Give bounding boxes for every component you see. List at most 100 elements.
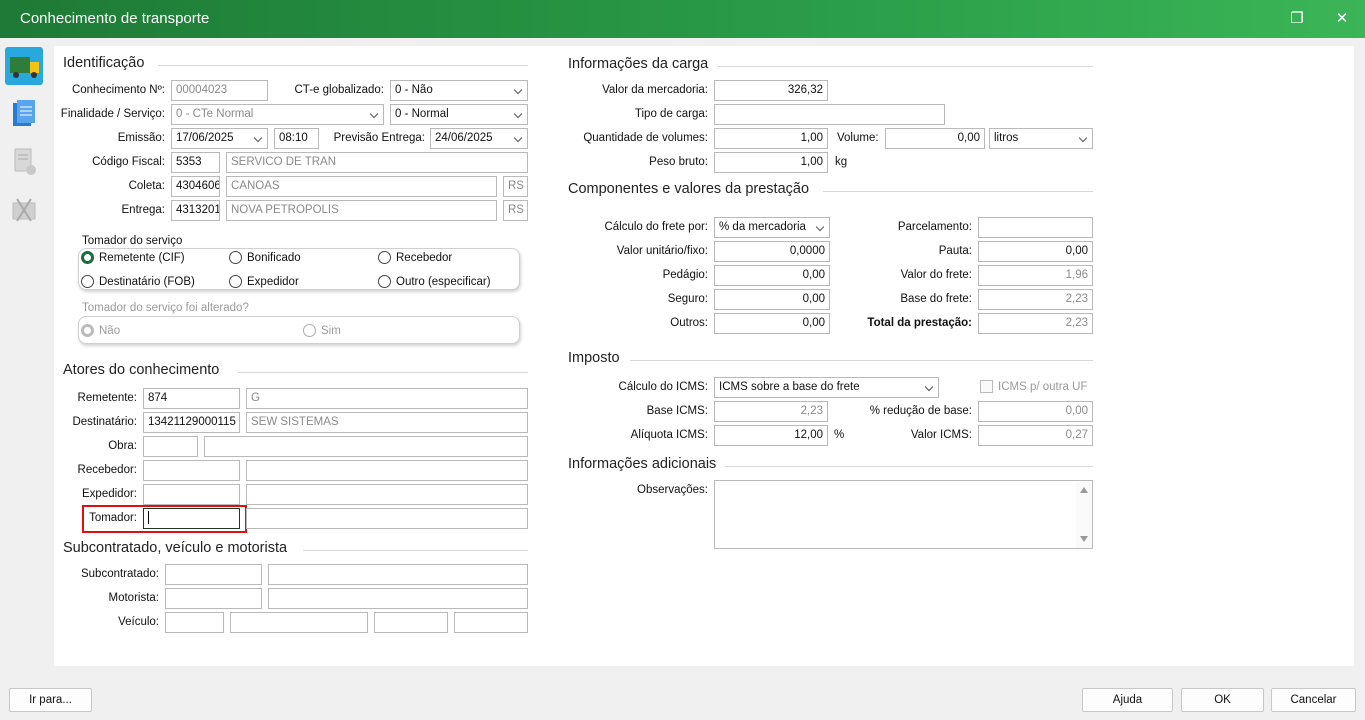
document-icon[interactable] xyxy=(5,95,43,133)
calculo-icms-label: Cálculo do ICMS: xyxy=(618,381,708,393)
volume-label: Volume: xyxy=(837,132,879,144)
checkbox-box[interactable] xyxy=(980,380,993,393)
radio-recebedor-label: Recebedor xyxy=(396,251,453,264)
tools-icon[interactable] xyxy=(5,191,43,229)
ok-button[interactable]: OK xyxy=(1181,688,1264,712)
peso-bruto-label: Peso bruto: xyxy=(649,156,708,168)
qtd-volumes-field[interactable]: 1,00 xyxy=(714,128,828,149)
section-title-componentes: Componentes e valores da prestação xyxy=(568,181,810,197)
tipo-carga-field[interactable] xyxy=(714,104,945,125)
pedagio-field[interactable]: 0,00 xyxy=(714,265,830,286)
expedidor-label: Expedidor: xyxy=(82,488,137,500)
divider xyxy=(725,466,1093,467)
aliquota-icms-field[interactable]: 12,00 xyxy=(714,425,828,446)
radio-remetente-circle[interactable] xyxy=(81,251,94,264)
previsao-date-picker[interactable]: 24/06/2025 xyxy=(430,128,528,149)
radio-expedidor[interactable]: Expedidor xyxy=(229,275,299,288)
calculo-frete-select[interactable]: % da mercadoria xyxy=(714,217,830,238)
scroll-up-icon[interactable] xyxy=(1080,487,1088,493)
valor-frete-field: 1,96 xyxy=(978,265,1093,286)
title-bar: Conhecimento de transporte ❐ ✕ xyxy=(0,0,1365,38)
motorista-name-field xyxy=(268,588,528,609)
outros-field[interactable]: 0,00 xyxy=(714,313,830,334)
valor-frete-label: Valor do frete: xyxy=(900,269,972,281)
radio-destinatario-circle[interactable] xyxy=(81,275,94,288)
emissao-time-field[interactable]: 08:10 xyxy=(274,128,319,149)
radio-bonificado-circle[interactable] xyxy=(229,251,242,264)
valor-mercadoria-field[interactable]: 326,32 xyxy=(714,80,828,101)
volume-unit-select[interactable]: litros xyxy=(989,128,1093,149)
veiculo-desc-field xyxy=(230,612,368,633)
remetente-label: Remetente: xyxy=(77,392,137,404)
recebedor-code-field[interactable] xyxy=(143,460,240,481)
calculo-icms-select[interactable]: ICMS sobre a base do frete xyxy=(714,377,939,398)
document-settings-icon[interactable] xyxy=(5,143,43,181)
radio-outro[interactable]: Outro (especificar) xyxy=(378,275,491,288)
ir-para-button[interactable]: Ir para... xyxy=(9,688,92,712)
tomador-alterado-title: Tomador do serviço foi alterado? xyxy=(82,302,249,314)
recebedor-label: Recebedor: xyxy=(77,464,137,476)
entrega-code-field[interactable]: 4313201 xyxy=(171,200,220,221)
destinatario-name-field: SEW SISTEMAS xyxy=(246,412,528,433)
observacoes-scrollbar[interactable] xyxy=(1076,481,1092,548)
emissao-date-picker[interactable]: 17/06/2025 xyxy=(171,128,268,149)
servico-select[interactable]: 0 - Normal xyxy=(390,104,528,125)
tipo-carga-label: Tipo de carga: xyxy=(634,108,708,120)
reducao-base-field: 0,00 xyxy=(978,401,1093,422)
icms-outra-uf-checkbox[interactable]: ICMS p/ outra UF xyxy=(980,380,1087,393)
divider xyxy=(238,372,528,373)
obra-code-field[interactable] xyxy=(143,436,198,457)
side-toolbar xyxy=(0,38,46,678)
destinatario-code-field[interactable]: 13421129000115 xyxy=(143,412,240,433)
obra-label: Obra: xyxy=(108,440,137,452)
radio-alterado-sim[interactable]: Sim xyxy=(303,324,341,337)
base-icms-field: 2,23 xyxy=(714,401,828,422)
pauta-field[interactable]: 0,00 xyxy=(978,241,1093,262)
divider xyxy=(303,550,528,551)
expedidor-code-field[interactable] xyxy=(143,484,240,505)
section-title-imposto: Imposto xyxy=(568,350,620,366)
cancelar-button[interactable]: Cancelar xyxy=(1271,688,1356,712)
radio-remetente[interactable]: Remetente (CIF) xyxy=(81,251,185,264)
radio-bonificado[interactable]: Bonificado xyxy=(229,251,301,264)
radio-alterado-nao[interactable]: Não xyxy=(81,324,120,337)
observacoes-textarea[interactable] xyxy=(714,480,1093,549)
entrega-city-field: NOVA PETROPOLIS xyxy=(226,200,497,221)
globalizado-select[interactable]: 0 - Não xyxy=(390,80,528,101)
conhecimento-field[interactable]: 00004023 xyxy=(171,80,268,101)
radio-recebedor[interactable]: Recebedor xyxy=(378,251,452,264)
subcontratado-code-field[interactable] xyxy=(165,564,262,585)
close-icon[interactable]: ✕ xyxy=(1330,8,1354,30)
window-title: Conhecimento de transporte xyxy=(20,10,210,27)
motorista-code-field[interactable] xyxy=(165,588,262,609)
tomador-label: Tomador: xyxy=(89,512,137,524)
truck-icon[interactable] xyxy=(5,47,43,85)
radio-destinatario[interactable]: Destinatário (FOB) xyxy=(81,275,195,288)
coleta-code-field[interactable]: 4304606 xyxy=(171,176,220,197)
finalidade-select[interactable]: 0 - CTe Normal xyxy=(171,104,384,125)
conhecimento-label: Conhecimento Nº: xyxy=(71,84,165,96)
radio-alterado-sim-circle[interactable] xyxy=(303,324,316,337)
seguro-field[interactable]: 0,00 xyxy=(714,289,830,310)
radio-alterado-nao-circle[interactable] xyxy=(81,324,94,337)
tomador-code-field[interactable] xyxy=(143,508,240,529)
ajuda-button[interactable]: Ajuda xyxy=(1082,688,1173,712)
restore-icon[interactable]: ❐ xyxy=(1285,8,1309,30)
remetente-name-field: G xyxy=(246,388,528,409)
scroll-down-icon[interactable] xyxy=(1080,536,1088,542)
peso-unit-label: kg xyxy=(835,156,848,168)
radio-recebedor-circle[interactable] xyxy=(378,251,391,264)
remetente-code-field[interactable]: 874 xyxy=(143,388,240,409)
total-prestacao-field: 2,23 xyxy=(978,313,1093,334)
parcelamento-field[interactable] xyxy=(978,217,1093,238)
cfop-code-field[interactable]: 5353 xyxy=(171,152,220,173)
peso-bruto-field[interactable]: 1,00 xyxy=(714,152,828,173)
veiculo-code-field[interactable] xyxy=(165,612,224,633)
radio-alterado-nao-label: Não xyxy=(99,324,121,337)
radio-expedidor-circle[interactable] xyxy=(229,275,242,288)
valor-unitario-field[interactable]: 0,0000 xyxy=(714,241,830,262)
obra-name-field xyxy=(204,436,528,457)
radio-outro-circle[interactable] xyxy=(378,275,391,288)
volume-field[interactable]: 0,00 xyxy=(885,128,985,149)
radio-expedidor-label: Expedidor xyxy=(247,275,299,288)
